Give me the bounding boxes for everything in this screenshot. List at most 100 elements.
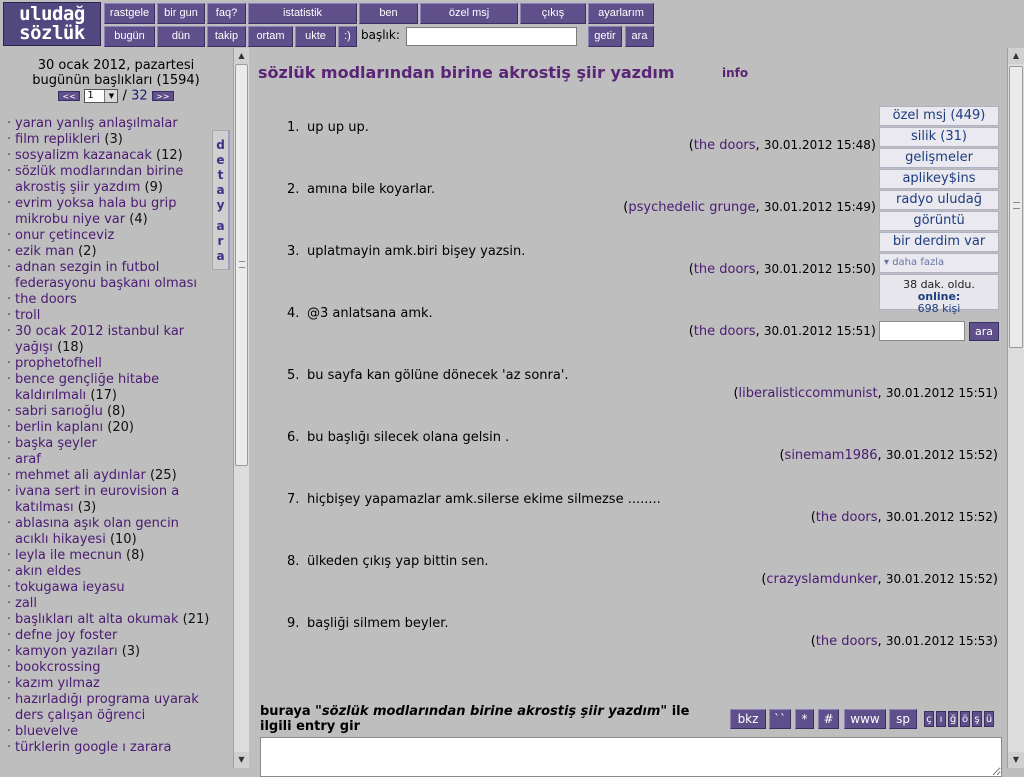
todays-topics-count[interactable]: bugünün başlıkları (1594) bbox=[0, 73, 232, 88]
topic-list-item[interactable]: · defne joy foster bbox=[7, 628, 212, 644]
topic-list-item[interactable]: · yaran yanlış anlaşılmalar bbox=[7, 116, 212, 132]
topic-title[interactable]: film replikleri bbox=[15, 132, 100, 147]
topic-title[interactable]: prophetofhell bbox=[15, 356, 102, 371]
page-title[interactable]: sözlük modlarından birine akrostiş şiir … bbox=[258, 63, 675, 82]
topic-list-item[interactable]: · araf bbox=[7, 452, 212, 468]
nav-statistics-button[interactable]: istatistik bbox=[248, 3, 357, 24]
pager-next-button[interactable]: >> bbox=[151, 91, 174, 101]
hash-button[interactable]: # bbox=[818, 709, 839, 729]
topic-title[interactable]: başka şeyler bbox=[15, 436, 97, 451]
nav-ukte-button[interactable]: ukte bbox=[295, 26, 336, 47]
char-g-breve-button[interactable]: ğ bbox=[948, 711, 958, 727]
asterisk-button[interactable]: * bbox=[795, 709, 814, 729]
topic-title[interactable]: sosyalizm kazanacak bbox=[15, 148, 152, 163]
bkz-button[interactable]: bkz bbox=[730, 709, 766, 729]
scroll-up-arrow-icon[interactable]: ▲ bbox=[234, 48, 249, 64]
topic-title[interactable]: leyla ile mecnun bbox=[15, 548, 122, 563]
nav-ben-button[interactable]: ben bbox=[359, 3, 418, 24]
topic-title[interactable]: başlıkları alt alta okumak bbox=[15, 612, 178, 627]
topic-list-item[interactable]: · bluevelve bbox=[7, 724, 212, 740]
topic-title[interactable]: bookcrossing bbox=[15, 660, 101, 675]
topic-title[interactable]: akın eldes bbox=[15, 564, 81, 579]
topic-title[interactable]: sabri sarıoğlu bbox=[15, 404, 103, 419]
rightbox-radio[interactable]: radyo uludağ bbox=[879, 190, 999, 210]
left-scrollbar-thumb[interactable] bbox=[235, 64, 248, 466]
topic-title[interactable]: defne joy foster bbox=[15, 628, 117, 643]
topic-list-item[interactable]: · evrim yoksa hala bu grip mikrobu niye v… bbox=[7, 196, 212, 228]
entry-textarea[interactable] bbox=[260, 737, 1002, 777]
topic-list-item[interactable]: · kazım yılmaz bbox=[7, 676, 212, 692]
topic-list-item[interactable]: · hazırladığı programa uyarak ders çalışa… bbox=[7, 692, 212, 724]
entry-author-link[interactable]: the doors bbox=[694, 324, 756, 339]
nav-today-button[interactable]: bugün bbox=[104, 26, 155, 47]
page-select[interactable]: 1 ▼ bbox=[84, 89, 119, 103]
topic-list-item[interactable]: · tokugawa ieyasu bbox=[7, 580, 212, 596]
detail-search-tab[interactable]: detayara bbox=[212, 130, 230, 270]
char-u-umlaut-button[interactable]: ü bbox=[984, 711, 994, 727]
entry-author-link[interactable]: the doors bbox=[694, 262, 756, 277]
topic-title[interactable]: onur çetinceviz bbox=[15, 228, 114, 243]
topic-list-item[interactable]: · kamyon yazıları (3) bbox=[7, 644, 212, 660]
topic-title[interactable]: kamyon yazıları bbox=[15, 644, 118, 659]
backtick-button[interactable]: `` bbox=[769, 709, 791, 729]
scroll-down-arrow-icon[interactable]: ▼ bbox=[234, 752, 249, 768]
topic-title[interactable]: adnan sezgin in futbol federasyonu başka… bbox=[15, 260, 197, 291]
nav-private-message-button[interactable]: özel msj bbox=[420, 3, 518, 24]
topic-list-item[interactable]: · ivana sert in eurovision a katılması (3… bbox=[7, 484, 212, 516]
entry-author-link[interactable]: the doors bbox=[816, 510, 878, 525]
topic-title[interactable]: evrim yoksa hala bu grip mikrobu niye va… bbox=[15, 196, 177, 227]
entry-author-link[interactable]: psychedelic grunge bbox=[628, 200, 755, 215]
topic-title[interactable]: kazım yılmaz bbox=[15, 676, 100, 691]
nav-logout-button[interactable]: çıkış bbox=[520, 3, 586, 24]
topic-search-input[interactable] bbox=[406, 27, 577, 46]
rightbox-complaint[interactable]: bir derdim var bbox=[879, 232, 999, 252]
pager-prev-button[interactable]: << bbox=[58, 91, 81, 101]
entry-author-link[interactable]: crazyslamdunker bbox=[766, 572, 877, 587]
topic-title[interactable]: ablasına aşık olan gencin acıklı hikayes… bbox=[15, 516, 179, 547]
topic-title[interactable]: türklerin google ı zarara bbox=[15, 740, 171, 755]
site-logo[interactable]: uludağ sözlük bbox=[3, 2, 101, 46]
scroll-up-arrow-icon[interactable]: ▲ bbox=[1008, 48, 1024, 64]
topic-list-item[interactable]: · başka şeyler bbox=[7, 436, 212, 452]
topic-list-item[interactable]: · adnan sezgin in futbol federasyonu başk… bbox=[7, 260, 212, 292]
char-c-cedilla-button[interactable]: ç bbox=[924, 711, 934, 727]
char-s-cedilla-button[interactable]: ş bbox=[972, 711, 982, 727]
topic-title[interactable]: tokugawa ieyasu bbox=[15, 580, 125, 595]
topic-list-item[interactable]: · mehmet ali aydınlar (25) bbox=[7, 468, 212, 484]
topic-list-item[interactable]: · prophetofhell bbox=[7, 356, 212, 372]
topic-list-item[interactable]: · türklerin google ı zarara bbox=[7, 740, 212, 756]
topic-title[interactable]: 30 ocak 2012 istanbul kar yağışı bbox=[15, 324, 184, 355]
topic-list-item[interactable]: · sözlük modlarından birine akrostiş şiir… bbox=[7, 164, 212, 196]
topic-list-item[interactable]: · 30 ocak 2012 istanbul kar yağışı (18) bbox=[7, 324, 212, 356]
topic-list-item[interactable]: · sabri sarıoğlu (8) bbox=[7, 404, 212, 420]
topic-title[interactable]: berlin kaplanı bbox=[15, 420, 103, 435]
topic-title[interactable]: ezik man bbox=[15, 244, 74, 259]
entry-author-link[interactable]: sinemam1986 bbox=[785, 448, 878, 463]
topic-list-item[interactable]: · onur çetinceviz bbox=[7, 228, 212, 244]
topic-title[interactable]: the doors bbox=[15, 292, 77, 307]
topic-list-item[interactable]: · bookcrossing bbox=[7, 660, 212, 676]
topic-list-item[interactable]: · ezik man (2) bbox=[7, 244, 212, 260]
nav-yesterday-button[interactable]: dün bbox=[157, 26, 205, 47]
search-button[interactable]: ara bbox=[625, 26, 654, 47]
nav-settings-button[interactable]: ayarlarım bbox=[588, 3, 654, 24]
topic-title[interactable]: bluevelve bbox=[15, 724, 78, 739]
rightbox-developments[interactable]: gelişmeler bbox=[879, 148, 999, 168]
char-o-umlaut-button[interactable]: ö bbox=[960, 711, 970, 727]
spoiler-button[interactable]: sp bbox=[889, 709, 917, 729]
topic-list-item[interactable]: · the doors bbox=[7, 292, 212, 308]
topic-list-item[interactable]: · film replikleri (3) bbox=[7, 132, 212, 148]
page-scrollbar[interactable]: ▲ ▼ bbox=[1007, 48, 1024, 768]
entry-author-link[interactable]: the doors bbox=[694, 138, 756, 153]
char-dotless-i-button[interactable]: ı bbox=[936, 711, 946, 727]
nav-follow-button[interactable]: takip bbox=[207, 26, 246, 47]
nav-ortam-button[interactable]: ortam bbox=[248, 26, 293, 47]
rightbox-private-messages[interactable]: özel msj (449) bbox=[879, 106, 999, 126]
topic-title[interactable]: yaran yanlış anlaşılmalar bbox=[15, 116, 178, 131]
fetch-button[interactable]: getir bbox=[588, 26, 622, 47]
rightbox-deleted[interactable]: silik (31) bbox=[879, 127, 999, 147]
topic-title[interactable]: araf bbox=[15, 452, 41, 467]
nav-faq-button[interactable]: faq? bbox=[207, 3, 246, 24]
page-scrollbar-thumb[interactable] bbox=[1009, 66, 1023, 348]
side-search-input[interactable] bbox=[879, 321, 965, 341]
